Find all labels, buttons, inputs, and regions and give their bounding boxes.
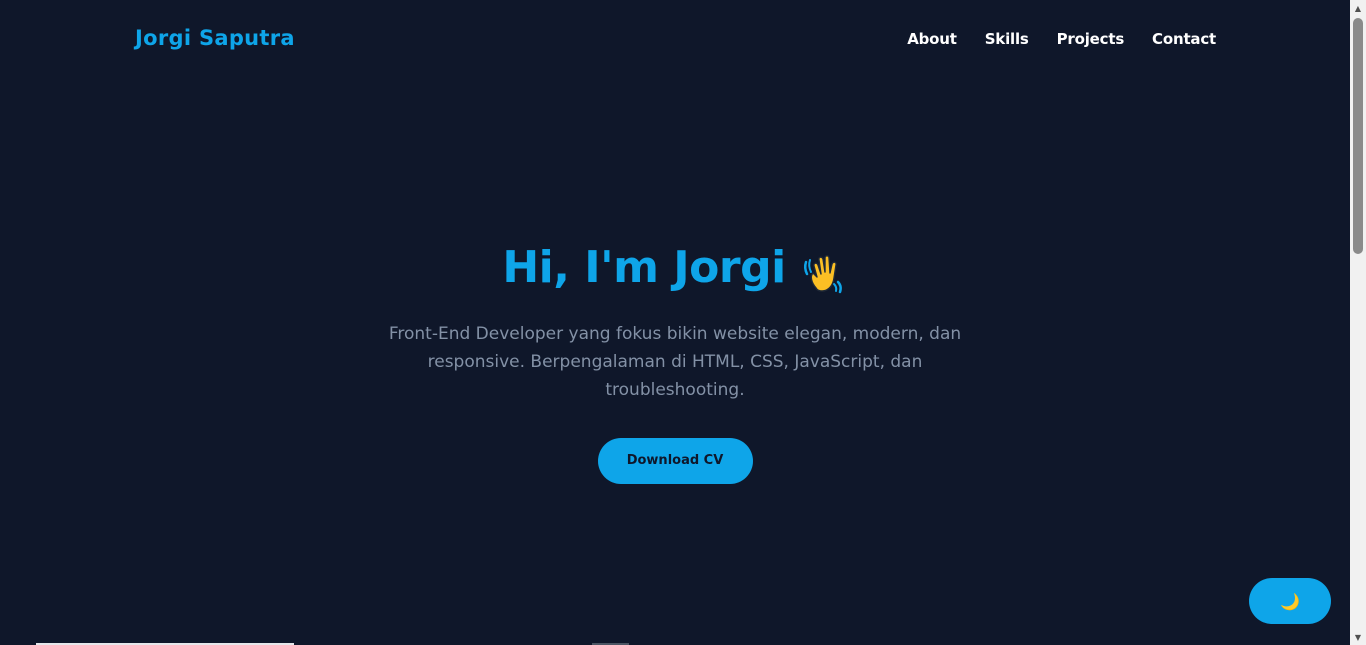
waving-hand-icon [800, 244, 848, 294]
main-nav: About Skills Projects Contact [907, 30, 1216, 48]
site-header: Jorgi Saputra About Skills Projects Cont… [0, 0, 1350, 80]
page: Jorgi Saputra About Skills Projects Cont… [0, 0, 1366, 645]
hero-title: Hi, I'm Jorgi [502, 230, 847, 306]
hero-title-text: Hi, I'm Jorgi [502, 242, 786, 293]
nav-link-contact[interactable]: Contact [1152, 30, 1216, 48]
scroll-up-arrow-icon[interactable]: ▲ [1350, 0, 1366, 16]
nav-link-skills[interactable]: Skills [985, 30, 1029, 48]
theme-toggle-button[interactable]: 🌙 [1249, 578, 1331, 624]
hero-description: Front-End Developer yang fokus bikin web… [388, 324, 962, 400]
scrollbar-thumb[interactable] [1353, 18, 1363, 254]
moon-icon: 🌙 [1280, 591, 1300, 611]
nav-link-projects[interactable]: Projects [1057, 30, 1125, 48]
nav-link-about[interactable]: About [907, 30, 957, 48]
download-cv-button[interactable]: Download CV [597, 438, 753, 484]
site-logo[interactable]: Jorgi Saputra [135, 26, 295, 50]
vertical-scrollbar[interactable]: ▲ ▼ [1350, 0, 1366, 645]
scroll-down-arrow-icon[interactable]: ▼ [1350, 629, 1366, 645]
hero-section: Hi, I'm Jorgi Front-End Developer yang f… [0, 230, 1350, 484]
